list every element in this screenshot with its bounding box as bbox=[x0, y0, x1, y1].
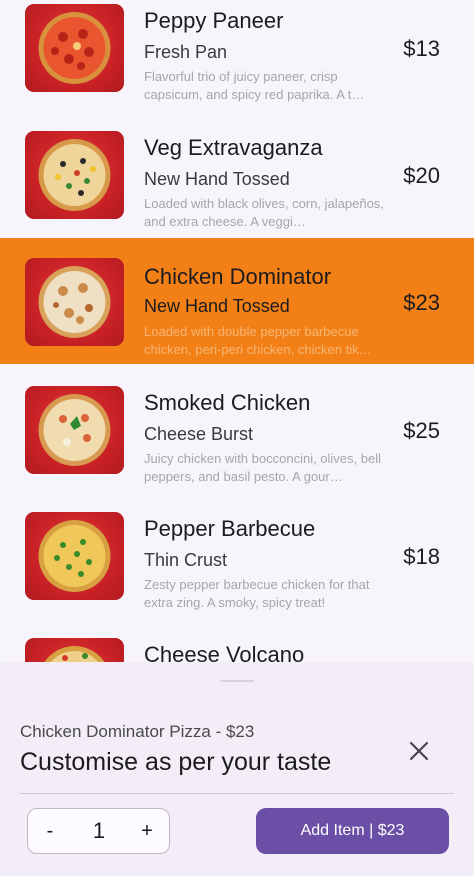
item-crust: Fresh Pan bbox=[144, 42, 228, 62]
quantity-stepper: - 1 + bbox=[27, 808, 170, 854]
decrement-button[interactable]: - bbox=[30, 809, 70, 853]
item-price: $20 bbox=[403, 163, 440, 188]
pizza-image bbox=[25, 4, 124, 92]
quantity-value: 1 bbox=[92, 818, 106, 843]
item-description: Loaded with double pepper barbecue chick… bbox=[144, 324, 372, 357]
drag-handle[interactable] bbox=[220, 680, 254, 682]
sheet-title: Customise as per your taste bbox=[20, 748, 332, 776]
menu-item-cheese-volcano[interactable]: Cheese Volcano bbox=[0, 634, 474, 662]
pizza-image bbox=[25, 512, 124, 600]
item-name: Veg Extravaganza bbox=[144, 135, 323, 160]
item-name: Pepper Barbecue bbox=[144, 516, 316, 541]
item-description: Juicy chicken with bocconcini, olives, b… bbox=[144, 451, 381, 484]
item-description: Loaded with black olives, corn, jalapeño… bbox=[144, 196, 384, 229]
item-name: Peppy Paneer bbox=[144, 8, 284, 33]
menu-item-chicken-dominator[interactable]: Chicken Dominator New Hand Tossed Loaded… bbox=[0, 238, 474, 364]
item-name: Chicken Dominator bbox=[144, 264, 332, 289]
pizza-menu-list[interactable]: Peppy Paneer Fresh Pan Flavorful trio of… bbox=[0, 0, 474, 662]
menu-item-veg-extravaganza[interactable]: Veg Extravaganza New Hand Tossed Loaded … bbox=[0, 127, 474, 253]
sheet-subtitle: Chicken Dominator Pizza - $23 bbox=[20, 722, 255, 741]
item-description: Zesty pepper barbecue chicken for that e… bbox=[144, 577, 370, 610]
item-price: $18 bbox=[403, 544, 440, 569]
item-price: $23 bbox=[403, 290, 440, 315]
increment-button[interactable]: + bbox=[127, 809, 167, 853]
pizza-image bbox=[25, 386, 124, 474]
close-icon[interactable] bbox=[406, 738, 432, 764]
item-crust: New Hand Tossed bbox=[144, 296, 290, 316]
pizza-image bbox=[25, 638, 124, 662]
menu-item-smoked-chicken[interactable]: Smoked Chicken Cheese Burst Juicy chicke… bbox=[0, 382, 474, 508]
item-crust: Cheese Burst bbox=[144, 424, 254, 444]
menu-item-pepper-barbecue[interactable]: Pepper Barbecue Thin Crust Zesty pepper … bbox=[0, 508, 474, 634]
add-item-button[interactable]: Add Item | $23 bbox=[256, 808, 449, 854]
menu-item-peppy-paneer[interactable]: Peppy Paneer Fresh Pan Flavorful trio of… bbox=[0, 0, 474, 126]
item-name: Cheese Volcano bbox=[144, 642, 305, 662]
item-price: $25 bbox=[403, 418, 440, 443]
item-price: $13 bbox=[403, 36, 440, 61]
item-name: Smoked Chicken bbox=[144, 390, 311, 415]
item-crust: Thin Crust bbox=[144, 550, 228, 570]
item-crust: New Hand Tossed bbox=[144, 169, 290, 189]
customise-bottom-sheet: Chicken Dominator Pizza - $23 Customise … bbox=[0, 662, 474, 876]
item-description: Flavorful trio of juicy paneer, crisp ca… bbox=[144, 69, 365, 102]
divider bbox=[20, 793, 454, 794]
pizza-image bbox=[25, 258, 124, 346]
pizza-image bbox=[25, 131, 124, 219]
